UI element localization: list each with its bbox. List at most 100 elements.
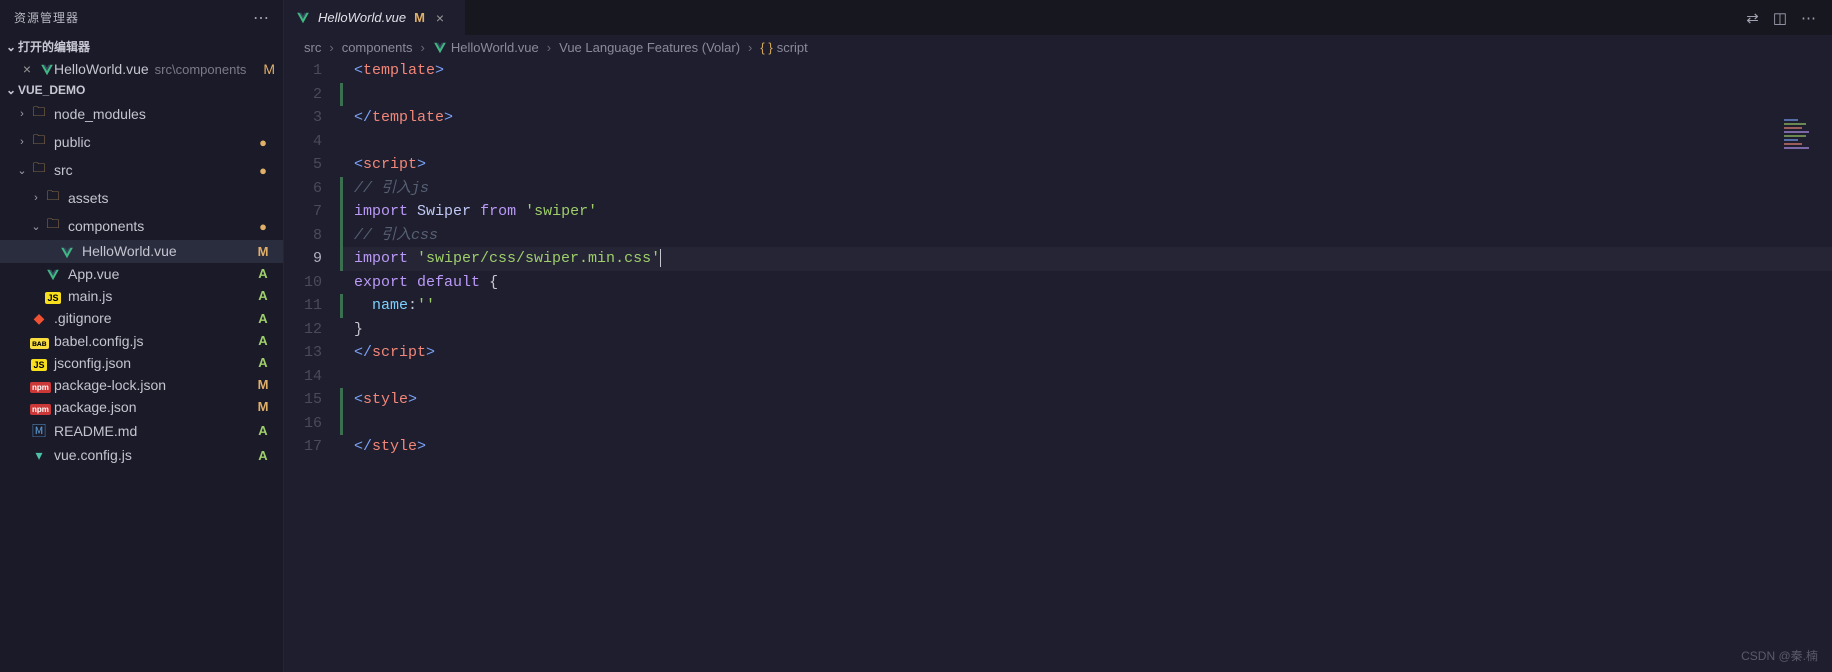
- item-name: README.md: [54, 423, 251, 439]
- file-name: HelloWorld.vue: [54, 61, 149, 77]
- watermark: CSDN @秦.楠: [1741, 647, 1818, 664]
- chevron-down-icon: ⌄: [4, 83, 18, 97]
- chevron-icon: ›: [28, 192, 44, 204]
- item-icon: 🗀: [44, 187, 62, 209]
- minimap[interactable]: [1784, 119, 1820, 161]
- item-icon: ʙᴀʙ: [30, 333, 48, 349]
- item-icon: 🗀: [30, 159, 48, 181]
- item-icon: npm: [30, 399, 48, 415]
- close-icon[interactable]: ×: [433, 10, 447, 26]
- file-item[interactable]: ʙᴀʙ babel.config.jsA: [0, 330, 283, 352]
- tab-bar-actions: ⇄ ◫ ⋯: [1746, 9, 1832, 27]
- item-name: assets: [68, 190, 251, 206]
- breadcrumb-item[interactable]: Vue Language Features (Volar): [559, 40, 740, 55]
- item-icon: [58, 243, 76, 259]
- file-item[interactable]: npm package.jsonM: [0, 396, 283, 418]
- folder-item[interactable]: ›🗀 assets: [0, 184, 283, 212]
- breadcrumb-item[interactable]: src: [304, 40, 321, 55]
- item-name: node_modules: [54, 106, 251, 122]
- folder-icon: 🗀: [32, 132, 45, 147]
- file-item[interactable]: ▾ vue.config.jsA: [0, 444, 283, 467]
- item-icon: npm: [30, 377, 48, 393]
- item-name: package.json: [54, 399, 251, 415]
- open-editors-label: 打开的编辑器: [18, 38, 90, 55]
- file-icon: [40, 61, 54, 77]
- file-item[interactable]: JS main.jsA: [0, 285, 283, 307]
- git-status: A: [251, 288, 275, 303]
- folder-item[interactable]: ⌄🗀src●: [0, 156, 283, 184]
- open-editors-header[interactable]: ⌄ 打开的编辑器: [0, 35, 283, 58]
- item-icon: 🗀: [30, 131, 48, 153]
- project-name: VUE_DEMO: [18, 83, 85, 97]
- breadcrumbs: src› components› HelloWorld.vue› Vue Lan…: [284, 35, 1832, 59]
- folder-icon: 🗀: [32, 160, 45, 175]
- item-icon: 🗀: [44, 215, 62, 237]
- item-icon: ◆: [30, 310, 48, 327]
- git-status: A: [251, 355, 275, 370]
- file-item[interactable]: 🄼 README.mdA: [0, 418, 283, 444]
- item-name: package-lock.json: [54, 377, 251, 393]
- chevron-icon: ›: [14, 136, 30, 148]
- editor-area: HelloWorld.vue M × ⇄ ◫ ⋯ src› components› …: [284, 0, 1832, 672]
- git-status: A: [251, 333, 275, 348]
- tab-bar: HelloWorld.vueM× ⇄ ◫ ⋯: [284, 0, 1832, 35]
- git-status: A: [251, 448, 275, 463]
- code-content[interactable]: <template></template><script>// 引入jsimpo…: [340, 59, 1832, 672]
- sidebar-title: 资源管理器: [14, 9, 79, 26]
- item-name: components: [68, 218, 251, 234]
- item-name: App.vue: [68, 266, 251, 282]
- item-name: jsconfig.json: [54, 355, 251, 371]
- git-status: M: [251, 377, 275, 392]
- git-status: A: [251, 311, 275, 326]
- item-icon: JS: [30, 355, 48, 371]
- item-icon: 🗀: [30, 103, 48, 125]
- breadcrumb-item[interactable]: { } script: [760, 40, 807, 55]
- close-icon[interactable]: ×: [20, 61, 34, 77]
- file-item[interactable]: App.vueA: [0, 263, 283, 285]
- breadcrumb-item[interactable]: components: [342, 40, 413, 55]
- line-gutter: 1234567891011121314151617: [284, 59, 340, 672]
- item-name: babel.config.js: [54, 333, 251, 349]
- git-status: A: [251, 423, 275, 438]
- file-path: src\components: [155, 62, 264, 77]
- item-icon: [44, 266, 62, 282]
- folder-item[interactable]: ›🗀 public●: [0, 128, 283, 156]
- file-item[interactable]: HelloWorld.vueM: [0, 240, 283, 262]
- item-name: vue.config.js: [54, 447, 251, 463]
- item-name: main.js: [68, 288, 251, 304]
- breadcrumb-item[interactable]: HelloWorld.vue: [433, 39, 539, 55]
- folder-icon: 🗀: [46, 216, 59, 231]
- editor-tab[interactable]: HelloWorld.vueM×: [284, 0, 466, 35]
- chevron-icon: ⌄: [28, 220, 44, 233]
- folder-item[interactable]: ›🗀 node_modules: [0, 100, 283, 128]
- compare-icon[interactable]: ⇄: [1746, 9, 1759, 27]
- file-item[interactable]: ◆ .gitignoreA: [0, 307, 283, 330]
- file-item[interactable]: npm package-lock.jsonM: [0, 374, 283, 396]
- folder-icon: 🗀: [46, 188, 59, 203]
- git-status: A: [251, 266, 275, 281]
- chevron-icon: ⌄: [14, 164, 30, 177]
- git-dot: ●: [251, 219, 275, 234]
- sidebar-header: 资源管理器 ⋯: [0, 0, 283, 35]
- open-editor-item[interactable]: × HelloWorld.vue src\components M: [0, 58, 283, 80]
- item-icon: JS: [44, 288, 62, 304]
- git-dot: ●: [251, 135, 275, 150]
- item-icon: ▾: [30, 447, 48, 464]
- project-header[interactable]: ⌄ VUE_DEMO: [0, 80, 283, 100]
- chevron-icon: ›: [14, 108, 30, 120]
- item-name: .gitignore: [54, 310, 251, 326]
- git-status: M: [251, 399, 275, 414]
- split-editor-icon[interactable]: ◫: [1773, 9, 1787, 27]
- more-actions-icon[interactable]: ⋯: [1801, 9, 1816, 27]
- code-editor[interactable]: 1234567891011121314151617 <template></te…: [284, 59, 1832, 672]
- chevron-down-icon: ⌄: [4, 40, 18, 54]
- item-name: public: [54, 134, 251, 150]
- item-name: HelloWorld.vue: [82, 243, 251, 259]
- more-icon[interactable]: ⋯: [253, 8, 269, 28]
- item-icon: 🄼: [30, 421, 48, 441]
- explorer-sidebar: 资源管理器 ⋯ ⌄ 打开的编辑器 × HelloWorld.vue src\co…: [0, 0, 284, 672]
- folder-icon: 🗀: [32, 104, 45, 119]
- folder-item[interactable]: ⌄🗀 components●: [0, 212, 283, 240]
- tab-status: M: [414, 10, 425, 25]
- file-item[interactable]: JS jsconfig.jsonA: [0, 352, 283, 374]
